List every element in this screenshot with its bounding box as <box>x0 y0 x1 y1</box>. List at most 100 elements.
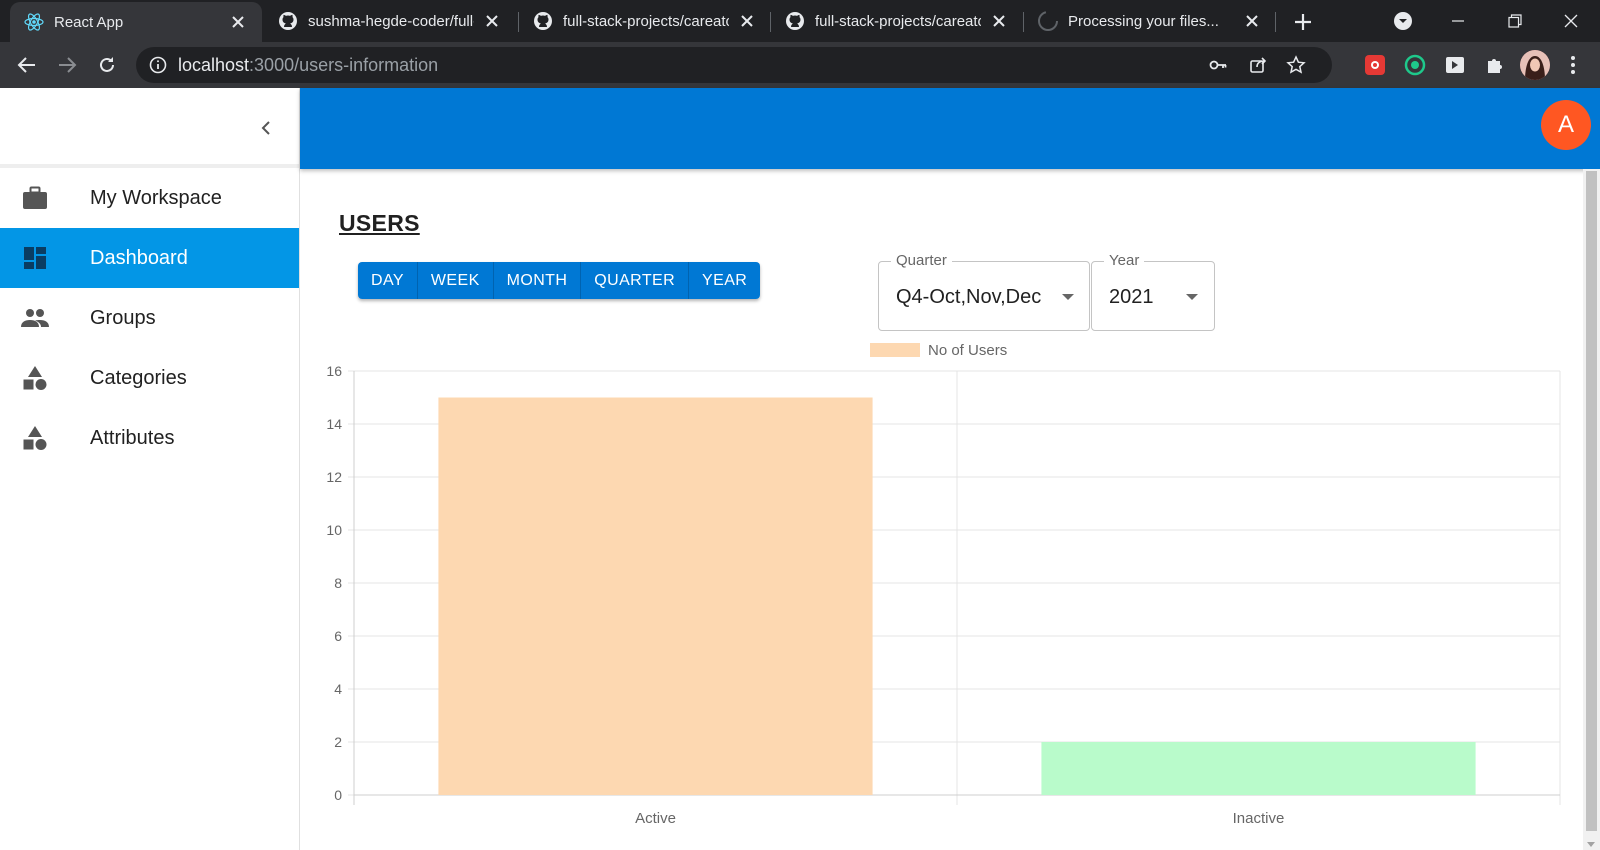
chart-bar <box>438 397 873 795</box>
sidebar-item-categories[interactable]: Categories <box>0 348 299 408</box>
y-tick-label: 8 <box>334 575 342 591</box>
github-icon <box>1038 11 1058 31</box>
chart-svg: No of Users 0 2 4 6 8 10 12 14 16 Active Inactive <box>326 342 1561 827</box>
react-icon <box>24 12 44 32</box>
puzzle-icon[interactable] <box>1484 54 1506 76</box>
sidebar-item-attributes[interactable]: Attributes <box>0 408 299 468</box>
chart-bar <box>1041 742 1476 795</box>
back-button[interactable] <box>11 49 43 81</box>
minimize-button[interactable] <box>1430 0 1486 42</box>
tab-title: sushma-hegde-coder/full- <box>308 12 474 30</box>
close-tab-icon[interactable] <box>228 12 248 32</box>
address-bar[interactable]: localhost:3000/users-information <box>136 47 1332 83</box>
star-icon[interactable] <box>1286 55 1306 75</box>
reload-icon <box>100 57 114 72</box>
close-tab-icon[interactable] <box>737 11 757 31</box>
sidebar-item-my-workspace[interactable]: My Workspace <box>0 168 299 228</box>
tab-title: full-stack-projects/careato <box>563 12 729 30</box>
browser-tab[interactable]: React App <box>10 2 262 42</box>
url-host: localhost <box>178 55 250 75</box>
y-tick-label: 0 <box>334 787 342 803</box>
sidebar-item-groups[interactable]: Groups <box>0 288 299 348</box>
browser-tab[interactable]: Processing your files... <box>1024 0 1276 42</box>
arrow-left-icon <box>17 57 35 73</box>
reload-button[interactable] <box>91 49 123 81</box>
menu-dots-icon[interactable] <box>1562 54 1584 76</box>
collapse-sidebar-button[interactable] <box>252 114 280 142</box>
close-tab-icon[interactable] <box>1242 11 1262 31</box>
browser-toolbar: localhost:3000/users-information <box>0 42 1600 88</box>
quarter-select-value: Q4-Oct,Nov,Dec <box>896 286 1042 308</box>
dashboard-icon <box>21 245 49 271</box>
sidebar-item-label: Dashboard <box>90 246 188 269</box>
y-tick-label: 4 <box>334 681 342 697</box>
chevron-down-icon <box>1062 294 1074 300</box>
browser-tab[interactable]: sushma-hegde-coder/full- <box>264 0 516 42</box>
share-icon[interactable] <box>1248 55 1268 75</box>
y-tick-label: 16 <box>326 363 342 379</box>
users-bar-chart: No of Users 0 2 4 6 8 10 12 14 16 Active Inactive <box>310 338 1572 838</box>
profile-avatar-icon[interactable] <box>1520 50 1550 80</box>
quarter-button[interactable]: QUARTER <box>581 262 690 299</box>
chevron-down-icon <box>1394 12 1412 30</box>
range-button-group: DAY WEEK MONTH QUARTER YEAR <box>358 262 761 299</box>
legend-label: No of Users <box>928 342 1007 359</box>
week-button[interactable]: WEEK <box>417 262 494 299</box>
close-window-button[interactable] <box>1543 0 1599 42</box>
plus-icon <box>1295 14 1311 30</box>
minimize-icon <box>1452 20 1464 22</box>
scrollbar-thumb[interactable] <box>1586 171 1597 831</box>
people-icon <box>21 305 49 331</box>
legend-swatch <box>870 343 920 357</box>
sidebar-item-dashboard[interactable]: Dashboard <box>0 228 299 288</box>
day-button[interactable]: DAY <box>358 262 418 299</box>
x-tick-label: Inactive <box>1233 810 1285 827</box>
tab-search-button[interactable] <box>1373 0 1433 42</box>
extension-red-icon[interactable] <box>1364 54 1386 76</box>
close-tab-icon[interactable] <box>989 11 1009 31</box>
sidebar-item-label: Groups <box>90 306 156 329</box>
arrow-right-icon <box>59 57 77 73</box>
year-select-label: Year <box>1104 252 1145 269</box>
y-tick-label: 6 <box>334 628 342 644</box>
scroll-down-icon[interactable] <box>1587 842 1595 847</box>
page-scrollbar[interactable] <box>1583 169 1600 850</box>
new-tab-button[interactable] <box>1290 9 1316 35</box>
github-icon <box>533 11 553 31</box>
y-tick-label: 2 <box>334 734 342 750</box>
sidebar-item-label: Attributes <box>90 426 175 449</box>
tab-title: Processing your files... <box>1068 12 1219 30</box>
chevron-left-icon <box>261 121 270 135</box>
extension-video-icon[interactable] <box>1444 54 1466 76</box>
sidebar-item-label: My Workspace <box>90 186 222 209</box>
user-avatar[interactable]: A <box>1541 100 1591 150</box>
category-icon <box>21 365 49 391</box>
github-icon <box>785 11 805 31</box>
browser-tab-bar: React App sushma-hegde-coder/full- full-… <box>0 0 1600 42</box>
extension-green-icon[interactable] <box>1404 54 1426 76</box>
y-tick-label: 12 <box>326 469 342 485</box>
close-tab-icon[interactable] <box>482 11 502 31</box>
year-select[interactable]: Year 2021 <box>1091 252 1215 331</box>
briefcase-icon <box>21 185 49 211</box>
year-button[interactable]: YEAR <box>689 262 761 299</box>
address-url[interactable]: localhost:3000/users-information <box>178 55 438 76</box>
close-icon <box>1564 14 1578 28</box>
browser-tab[interactable]: full-stack-projects/careato <box>519 0 771 42</box>
info-icon[interactable] <box>148 55 168 75</box>
restore-button[interactable] <box>1487 0 1543 42</box>
chevron-down-icon <box>1186 294 1198 300</box>
forward-button[interactable] <box>51 49 83 81</box>
restore-icon <box>1508 14 1522 28</box>
year-select-value: 2021 <box>1109 286 1154 308</box>
tab-title: React App <box>54 13 124 31</box>
month-button[interactable]: MONTH <box>493 262 582 299</box>
quarter-select[interactable]: Quarter Q4-Oct,Nov,Dec <box>878 252 1090 331</box>
y-tick-label: 10 <box>326 522 342 538</box>
category-icon <box>21 425 49 451</box>
y-tick-label: 14 <box>326 416 342 432</box>
github-icon <box>278 11 298 31</box>
browser-tab[interactable]: full-stack-projects/careato <box>771 0 1023 42</box>
page-title: USERS <box>339 210 420 236</box>
key-icon[interactable] <box>1208 55 1228 75</box>
